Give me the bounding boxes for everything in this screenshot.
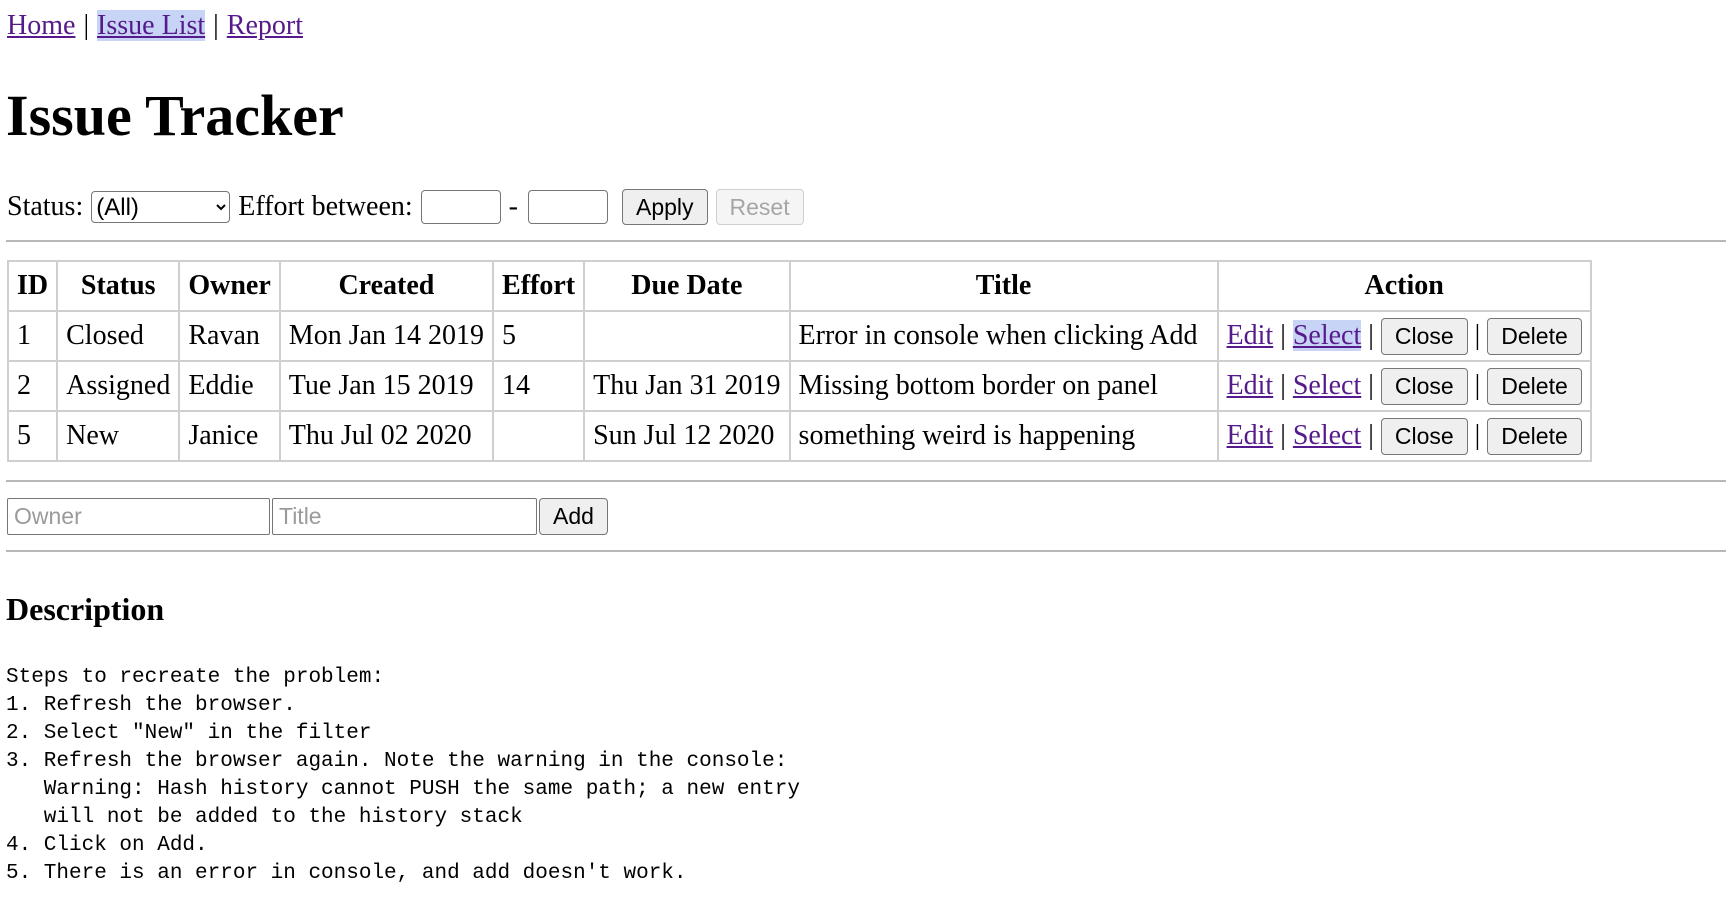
cell-title: Error in console when clicking Add [788, 310, 1219, 362]
column-header: Title [788, 260, 1219, 312]
cell-action: Edit | Select | Close | Delete [1216, 360, 1592, 412]
nav-separator: | [83, 10, 90, 41]
status-select[interactable]: (All) [91, 191, 231, 223]
cell-status: Closed [56, 310, 181, 362]
reset-button[interactable]: Reset [715, 189, 804, 225]
description-heading: Description [6, 591, 165, 627]
table-row: 5 New Janice Thu Jul 02 2020 Sun Jul 12 … [6, 410, 1592, 462]
cell-action: Edit | Select | Close | Delete [1216, 410, 1592, 462]
add-button[interactable]: Add [539, 498, 608, 535]
action-separator: | [1368, 369, 1374, 401]
column-header: Effort [492, 260, 586, 312]
delete-button[interactable]: Delete [1487, 317, 1582, 355]
page-title: Issue Tracker [6, 83, 344, 148]
cell-effort: 14 [492, 360, 586, 412]
table-header-row: ID Status Owner Created Effort Due Date … [6, 260, 1592, 312]
column-header: Status [56, 260, 181, 312]
close-button[interactable]: Close [1380, 367, 1468, 405]
edit-link[interactable]: Edit [1227, 320, 1274, 351]
edit-link[interactable]: Edit [1227, 370, 1274, 401]
description-text: Steps to recreate the problem: 1. Refres… [6, 666, 800, 885]
cell-id: 5 [6, 410, 59, 462]
effort-dash: - [508, 191, 518, 222]
column-header: ID [6, 260, 59, 312]
table-row: 2 Assigned Eddie Tue Jan 15 2019 14 Thu … [6, 360, 1592, 412]
cell-id: 1 [6, 310, 59, 362]
column-header: Owner [178, 260, 281, 312]
cell-action: Edit | Select | Close | Delete [1216, 310, 1592, 362]
apply-button[interactable]: Apply [621, 189, 708, 225]
cell-title: something weird is happening [788, 410, 1219, 462]
select-link[interactable]: Select [1292, 319, 1362, 351]
issue-filter: Status: (All) Effort between: - Apply Re… [7, 187, 804, 227]
owner-input[interactable] [7, 498, 270, 535]
cell-status: Assigned [56, 360, 181, 412]
nav-home-link[interactable]: Home [7, 10, 75, 41]
divider [6, 240, 1726, 242]
status-label: Status: [7, 191, 84, 222]
close-button[interactable]: Close [1380, 317, 1468, 355]
delete-button[interactable]: Delete [1487, 367, 1582, 405]
add-issue-form: Add [7, 498, 608, 535]
select-link[interactable]: Select [1293, 420, 1361, 451]
cell-owner: Eddie [178, 360, 281, 412]
cell-owner: Ravan [178, 310, 281, 362]
table-row: 1 Closed Ravan Mon Jan 14 2019 5 Error i… [6, 310, 1592, 362]
cell-effort: 5 [492, 310, 586, 362]
nav-issue-list-link[interactable]: Issue List [97, 10, 206, 41]
action-separator: | [1280, 319, 1286, 351]
action-separator: | [1474, 369, 1481, 401]
effort-max-input[interactable] [527, 190, 608, 224]
top-nav: Home | Issue List | Report [7, 8, 303, 44]
cell-created: Tue Jan 15 2019 [278, 360, 495, 412]
divider [6, 550, 1726, 552]
action-separator: | [1368, 419, 1374, 451]
cell-created: Thu Jul 02 2020 [278, 410, 495, 462]
edit-link[interactable]: Edit [1227, 420, 1274, 451]
cell-id: 2 [6, 360, 59, 412]
action-separator: | [1280, 419, 1286, 451]
cell-title: Missing bottom border on panel [788, 360, 1219, 412]
cell-effort [492, 410, 586, 462]
delete-button[interactable]: Delete [1487, 417, 1582, 455]
effort-min-input[interactable] [420, 190, 501, 224]
effort-label: Effort between: [238, 191, 413, 222]
cell-owner: Janice [178, 410, 281, 462]
select-link[interactable]: Select [1293, 370, 1361, 401]
nav-separator: | [213, 10, 219, 41]
action-separator: | [1368, 319, 1374, 351]
action-separator: | [1474, 319, 1481, 351]
cell-due [583, 310, 791, 362]
column-header: Due Date [583, 260, 791, 312]
cell-due: Thu Jan 31 2019 [583, 360, 791, 412]
divider [6, 480, 1726, 482]
cell-due: Sun Jul 12 2020 [583, 410, 791, 462]
nav-report-link[interactable]: Report [227, 10, 303, 41]
column-header: Action [1216, 260, 1592, 312]
action-separator: | [1280, 369, 1286, 401]
column-header: Created [278, 260, 495, 312]
cell-created: Mon Jan 14 2019 [278, 310, 495, 362]
title-input[interactable] [272, 498, 537, 535]
cell-status: New [56, 410, 181, 462]
action-separator: | [1474, 419, 1481, 451]
issue-table: ID Status Owner Created Effort Due Date … [6, 260, 1592, 462]
close-button[interactable]: Close [1380, 417, 1468, 455]
